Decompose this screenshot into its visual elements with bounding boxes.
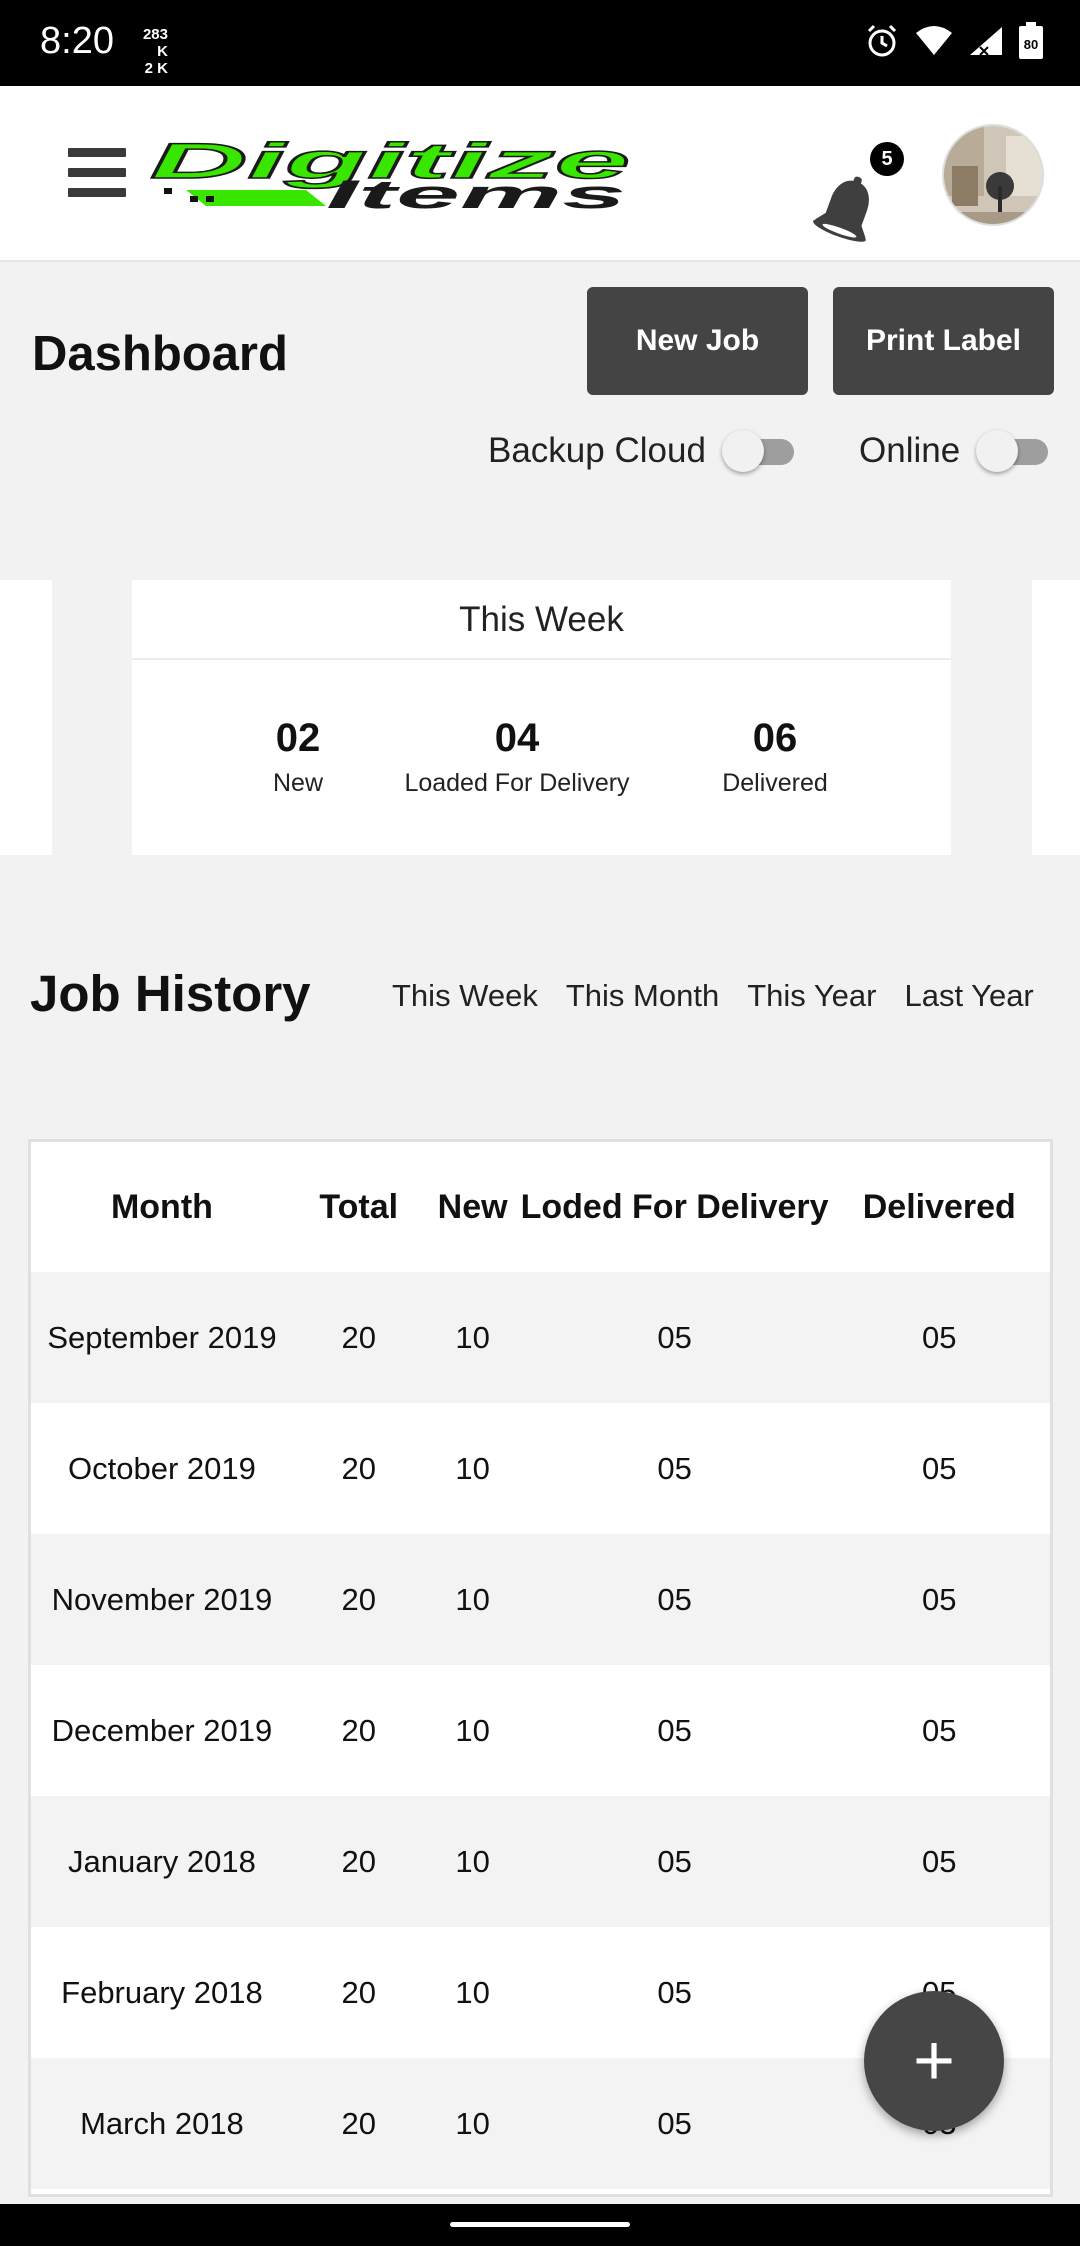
cell-new: 10	[424, 1403, 521, 1534]
hamburger-menu-icon[interactable]	[68, 148, 126, 198]
online-label: Online	[859, 431, 961, 470]
table-row[interactable]: January 2018 20 10 05 05	[31, 1796, 1050, 1927]
cell-total: 20	[292, 2058, 425, 2189]
user-avatar[interactable]	[942, 124, 1044, 226]
backup-cloud-toggle[interactable]	[721, 428, 794, 474]
job-history-title: Job History	[30, 965, 311, 1022]
cell-delivered: 05	[828, 1403, 1050, 1534]
cell-total: 20	[292, 1403, 425, 1534]
status-icons: 80	[864, 22, 1044, 60]
net-speed: 283 K 2 K	[128, 26, 168, 77]
column-header-delivered: Delivered	[828, 1142, 1050, 1272]
stat-delivered-label: Delivered	[722, 769, 828, 797]
cell-new: 10	[424, 1796, 521, 1927]
cell-loaded: 05	[520, 1534, 829, 1665]
backup-cloud-setting: Backup Cloud	[488, 428, 794, 474]
cell-new: 10	[424, 1534, 521, 1665]
cell-loaded: 05	[520, 1272, 829, 1403]
cell-new: 10	[424, 1927, 521, 2058]
cell-delivered: 05	[828, 1272, 1050, 1403]
stat-new-label: New	[272, 769, 323, 797]
digitize-items-logo: Digitize Items	[149, 140, 631, 212]
print-label-button[interactable]: Print Label	[833, 287, 1054, 395]
column-header-month: Month	[31, 1142, 293, 1272]
tab-last-year[interactable]: Last Year	[904, 978, 1033, 1014]
signal-icon	[970, 27, 1002, 56]
backup-cloud-label: Backup Cloud	[488, 431, 706, 470]
tab-this-month[interactable]: This Month	[566, 978, 719, 1014]
stat-loaded-label: Loaded For Delivery	[404, 769, 630, 797]
tab-this-year[interactable]: This Year	[747, 978, 876, 1014]
online-setting: Online	[859, 428, 1049, 474]
cell-loaded: 05	[520, 2058, 829, 2189]
cell-loaded: 05	[520, 1665, 829, 1796]
cell-month: November 2019	[31, 1534, 293, 1665]
table-row[interactable]: September 2019 20 10 05 05	[31, 1272, 1050, 1403]
logo-text-bottom: Items	[326, 173, 626, 212]
app-bar: Digitize Items 5	[0, 86, 1080, 262]
table-header-row: Month Total New Loded For Delivery Deliv…	[31, 1142, 1050, 1272]
tab-this-week[interactable]: This Week	[392, 978, 538, 1014]
battery-icon: 80	[1019, 22, 1043, 59]
new-job-button[interactable]: New Job	[587, 287, 808, 395]
period-tabs: This Week This Month This Year Last Year	[392, 978, 1062, 1014]
add-fab-button[interactable]: +	[864, 1991, 1004, 2131]
weekly-stats-card: This Week 02 New 04 Loaded For Delivery …	[132, 580, 951, 855]
home-gesture-handle[interactable]	[450, 2222, 630, 2227]
stat-delivered-value: 06	[752, 716, 798, 760]
stat-new: 02 New	[218, 716, 378, 798]
cell-new: 10	[424, 1272, 521, 1403]
cell-month: January 2018	[31, 1796, 293, 1927]
alarm-icon	[867, 24, 897, 57]
status-time: 8:20	[40, 20, 114, 62]
next-stats-card[interactable]	[1032, 580, 1080, 855]
column-header-loaded-for-delivery: Loded For Delivery	[520, 1142, 829, 1272]
cell-total: 20	[292, 1665, 425, 1796]
notification-bell-icon[interactable]	[812, 174, 882, 246]
wifi-icon	[916, 26, 952, 55]
stat-new-value: 02	[275, 716, 321, 760]
plus-icon: +	[912, 2021, 956, 2101]
cell-month: October 2019	[31, 1403, 293, 1534]
stat-loaded-value: 04	[494, 716, 540, 760]
cell-loaded: 05	[520, 1403, 829, 1534]
battery-level: 80	[1024, 37, 1038, 52]
cell-total: 20	[292, 1534, 425, 1665]
net-speed-down: 2 K	[144, 60, 168, 77]
cell-month: September 2019	[31, 1272, 293, 1403]
status-bar: 8:20 283 K 2 K 80	[0, 0, 1080, 86]
stat-delivered: 06 Delivered	[685, 716, 865, 798]
cell-total: 20	[292, 1796, 425, 1927]
system-nav-bar	[0, 2204, 1080, 2246]
online-toggle[interactable]	[976, 428, 1049, 474]
cell-month: February 2018	[31, 1927, 293, 2058]
cell-month: March 2018	[31, 2058, 293, 2189]
table-row[interactable]: November 2019 20 10 05 05	[31, 1534, 1050, 1665]
net-speed-up: 283 K	[142, 26, 168, 60]
stat-loaded-for-delivery: 04 Loaded For Delivery	[392, 716, 642, 798]
cell-new: 10	[424, 1665, 521, 1796]
stats-card-title: This Week	[132, 580, 951, 660]
page-title: Dashboard	[32, 327, 288, 381]
cell-loaded: 05	[520, 1927, 829, 2058]
cell-total: 20	[292, 1927, 425, 2058]
table-row[interactable]: December 2019 20 10 05 05	[31, 1665, 1050, 1796]
table-row[interactable]: October 2019 20 10 05 05	[31, 1403, 1050, 1534]
previous-stats-card[interactable]	[0, 580, 52, 855]
column-header-new: New	[424, 1142, 521, 1272]
cell-loaded: 05	[520, 1796, 829, 1927]
cell-delivered: 05	[828, 1665, 1050, 1796]
column-header-total: Total	[292, 1142, 425, 1272]
cell-month: December 2019	[31, 1665, 293, 1796]
cell-delivered: 05	[828, 1796, 1050, 1927]
notification-count-badge: 5	[870, 142, 904, 176]
cell-new: 10	[424, 2058, 521, 2189]
cell-total: 20	[292, 1272, 425, 1403]
cell-delivered: 05	[828, 1534, 1050, 1665]
